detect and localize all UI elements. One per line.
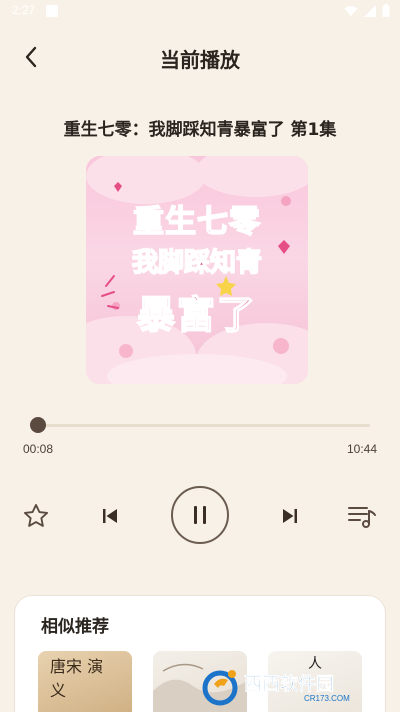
recommend-thumb-text: 唐宋 演义 <box>50 657 104 700</box>
star-outline-icon <box>23 503 49 527</box>
cover-title-line3: 暴富了 <box>136 292 257 338</box>
previous-button[interactable] <box>98 502 122 530</box>
cell-signal-icon <box>364 4 376 17</box>
progress-thumb[interactable] <box>30 417 47 433</box>
section-title: 相似推荐 <box>41 617 109 637</box>
playback-controls <box>0 486 400 546</box>
cover-title-line2: 我脚踩知青 <box>131 247 263 279</box>
playlist-music-icon <box>348 507 376 528</box>
wifi-icon <box>344 5 358 16</box>
playlist-button[interactable] <box>346 500 378 532</box>
recommend-item[interactable]: 唐宋 演义 <box>38 651 132 712</box>
status-indicators <box>344 4 390 17</box>
pause-icon <box>194 506 206 524</box>
watermark-url: CR173.COM <box>304 693 350 703</box>
cover-art: 重生七零 我脚踩知青 暴富了 <box>86 156 308 384</box>
top-app-bar: 当前播放 <box>0 30 400 84</box>
page-title: 当前播放 <box>160 48 240 72</box>
next-button[interactable] <box>278 502 302 530</box>
cover-title-line1: 重生七零 <box>132 203 261 241</box>
watermark-text: 西西软件园 <box>244 673 334 695</box>
status-bar: 2:27 <box>0 0 400 24</box>
favorite-button[interactable] <box>20 500 52 532</box>
pause-button[interactable] <box>171 486 229 544</box>
episode-title: 重生七零：我脚踩知青暴富了 第1集 <box>63 120 337 140</box>
site-watermark: 西西软件园 CR173.COM <box>198 664 388 708</box>
total-time: 10:44 <box>346 442 377 456</box>
watermark-logo <box>202 670 238 706</box>
notification-icon <box>46 5 58 17</box>
skip-next-icon <box>283 509 297 523</box>
elapsed-time: 00:08 <box>23 442 54 456</box>
skip-previous-icon <box>103 509 117 523</box>
battery-icon <box>382 4 390 17</box>
progress-slider[interactable] <box>30 417 370 433</box>
status-time: 2:27 <box>12 3 36 17</box>
